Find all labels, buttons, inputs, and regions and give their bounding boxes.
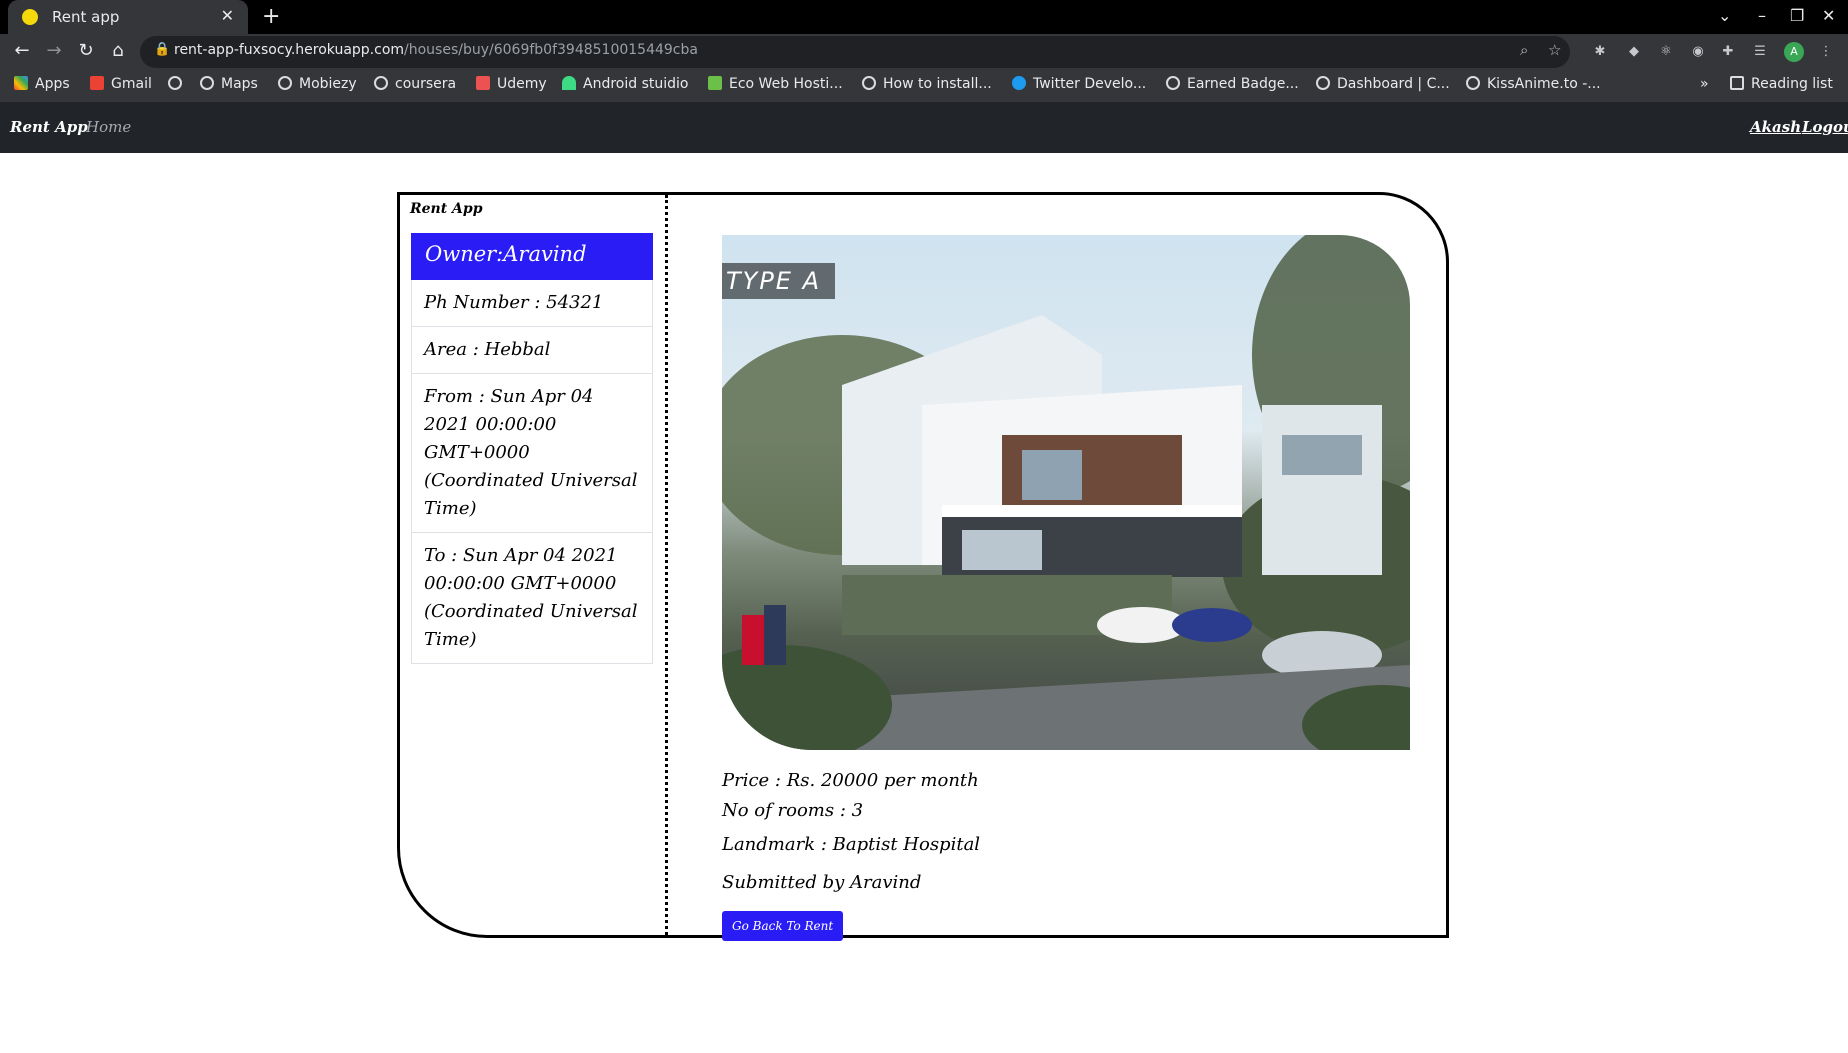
area-item: Area : Hebbal	[411, 327, 653, 374]
browser-tab-bar: Rent app ✕ + ⌄ – ❐ ✕	[0, 0, 1848, 34]
leaf-icon	[708, 76, 722, 90]
menu-kebab-icon[interactable]: ⋮	[1816, 42, 1836, 62]
bookmark-star-icon[interactable]: ☆	[1548, 41, 1561, 59]
apps-grid-icon	[14, 76, 28, 90]
gmail-icon	[90, 76, 104, 90]
owner-header: Owner:Aravind	[411, 233, 653, 280]
owner-info-list: Ph Number : 54321 Area : Hebbal From : S…	[411, 280, 653, 664]
minimize-icon[interactable]: –	[1758, 6, 1766, 25]
rooms-text: No of rooms : 3	[722, 800, 864, 821]
go-back-button[interactable]: Go Back To Rent	[722, 911, 844, 941]
to-date-item: To : Sun Apr 04 2021 00:00:00 GMT+0000 (…	[411, 533, 653, 664]
globe-icon	[168, 76, 182, 90]
globe-icon	[374, 76, 388, 90]
nav-logout-link[interactable]: Logout	[1802, 118, 1848, 136]
globe-icon	[278, 76, 292, 90]
bookmark-gmail[interactable]: Gmail	[90, 76, 152, 92]
browser-toolbar: ← → ↻ ⌂ 🔒 rent-app-fuxsocy.herokuapp.com…	[0, 34, 1848, 70]
profile-avatar[interactable]: A	[1784, 42, 1804, 62]
bookmark-android-studio[interactable]: Android stuidio	[562, 76, 688, 92]
house-image: TYPE A	[722, 235, 1410, 750]
submitted-by-text: Submitted by Aravind	[722, 872, 922, 893]
globe-icon	[862, 76, 876, 90]
restore-icon[interactable]: ❐	[1790, 6, 1804, 25]
card-divider	[665, 195, 668, 935]
price-text: Price : Rs. 20000 per month	[722, 770, 979, 791]
bookmark-eco-web-hosting[interactable]: Eco Web Hosti...	[708, 76, 843, 92]
media-control-icon[interactable]: ☰	[1750, 42, 1770, 62]
nav-user-link[interactable]: Akash	[1750, 118, 1801, 136]
url-text[interactable]: rent-app-fuxsocy.herokuapp.com/houses/bu…	[174, 42, 698, 58]
close-window-icon[interactable]: ✕	[1822, 6, 1835, 25]
bookmark-coursera[interactable]: coursera	[374, 76, 456, 92]
bookmark-apps[interactable]: Apps	[14, 76, 70, 92]
nav-home-link[interactable]: Home	[86, 118, 131, 136]
bookmark-twitter-developer[interactable]: Twitter Develo...	[1012, 76, 1146, 92]
globe-icon	[200, 76, 214, 90]
reading-list-button[interactable]: Reading list	[1730, 76, 1833, 92]
house-illustration	[722, 235, 1410, 750]
bookmark-udemy[interactable]: Udemy	[476, 76, 547, 92]
bookmark-mobiezy[interactable]: Mobiezy	[278, 76, 357, 92]
phone-number-item: Ph Number : 54321	[411, 280, 653, 327]
image-type-label: TYPE A	[722, 263, 836, 299]
reload-icon[interactable]: ↻	[74, 39, 98, 63]
tab-search-icon[interactable]: ⌄	[1718, 6, 1731, 25]
extension-badge-icon[interactable]: ◆	[1624, 42, 1644, 62]
browser-tab[interactable]: Rent app ✕	[8, 0, 248, 34]
extension-puzzle-icon[interactable]: ✱	[1590, 42, 1610, 62]
bookmarks-overflow-icon[interactable]: »	[1700, 76, 1709, 92]
card-brand: Rent App	[410, 201, 483, 217]
tab-close-icon[interactable]: ✕	[221, 6, 234, 25]
bookmark-dashboard[interactable]: Dashboard | C...	[1316, 76, 1450, 92]
bookmark-earned-badge[interactable]: Earned Badge...	[1166, 76, 1299, 92]
bookmark-kissanime[interactable]: KissAnime.to -...	[1466, 76, 1601, 92]
home-icon[interactable]: ⌂	[106, 39, 130, 63]
android-icon	[562, 76, 576, 90]
app-navbar: Rent App Home Akash Logout	[0, 102, 1848, 153]
address-bar[interactable]: 🔒 rent-app-fuxsocy.herokuapp.com/houses/…	[140, 36, 1570, 68]
zoom-icon[interactable]: ⌕	[1520, 41, 1528, 59]
new-tab-button[interactable]: +	[262, 4, 280, 29]
navbar-brand[interactable]: Rent App	[10, 118, 88, 136]
listing-details: Price : Rs. 20000 per month No of rooms …	[722, 769, 1422, 901]
extensions-icon[interactable]: ✚	[1718, 42, 1738, 62]
bookmark-how-to-install[interactable]: How to install...	[862, 76, 992, 92]
back-icon[interactable]: ←	[10, 39, 34, 63]
globe-icon	[1316, 76, 1330, 90]
forward-icon[interactable]: →	[42, 39, 66, 63]
twitter-icon	[1012, 76, 1026, 90]
lock-icon: 🔒	[154, 42, 171, 57]
bookmark-maps[interactable]: Maps	[200, 76, 258, 92]
tab-favicon-icon	[22, 9, 38, 25]
listing-card: Rent App Owner:Aravind Ph Number : 54321…	[397, 192, 1449, 941]
globe-icon	[1166, 76, 1180, 90]
bookmark-globe[interactable]	[168, 76, 189, 92]
from-date-item: From : Sun Apr 04 2021 00:00:00 GMT+0000…	[411, 374, 653, 533]
react-devtools-icon[interactable]: ⚛	[1656, 42, 1676, 62]
tab-title: Rent app	[52, 8, 120, 26]
extension-circle-icon[interactable]: ◉	[1688, 42, 1708, 62]
bookmarks-bar: Apps Gmail Maps Mobiezy coursera Udemy A…	[0, 70, 1848, 102]
globe-icon	[1466, 76, 1480, 90]
landmark-text: Landmark : Baptist Hospital	[722, 834, 981, 855]
reading-list-icon	[1730, 76, 1744, 90]
udemy-icon	[476, 76, 490, 90]
